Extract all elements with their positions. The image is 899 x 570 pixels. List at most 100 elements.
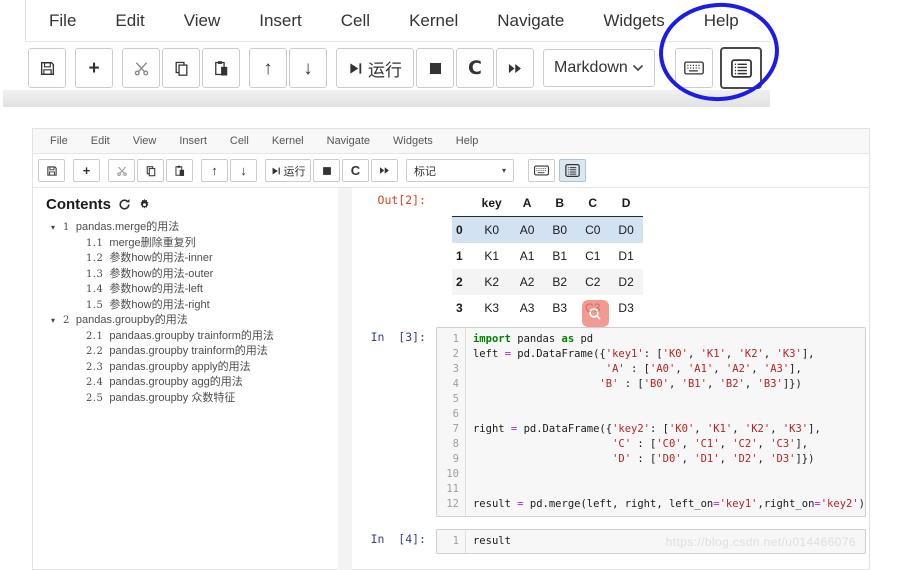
- stop-button[interactable]: [416, 48, 454, 88]
- nb-menu-item-cell[interactable]: Cell: [230, 135, 249, 147]
- menu-item-help[interactable]: Help: [704, 11, 739, 31]
- line-number-gutter: 123456789101112: [437, 328, 466, 516]
- nb-restart-run-all-button[interactable]: [371, 159, 398, 182]
- fast-forward-icon: [506, 61, 524, 76]
- nb-menu-item-help[interactable]: Help: [456, 135, 479, 147]
- stop-icon: [427, 60, 444, 77]
- cut-icon: [116, 165, 128, 177]
- screenshot-root: File Edit View Insert Cell Kernel Naviga…: [0, 0, 899, 570]
- restart-kernel-button[interactable]: C: [456, 48, 494, 88]
- zoomed-toolbar-screenshot: File Edit View Insert Cell Kernel Naviga…: [25, 0, 771, 94]
- code-editor-3[interactable]: 123456789101112 import pandas as pdleft …: [436, 327, 866, 517]
- nb-toc-toggle-button[interactable]: [559, 159, 586, 182]
- collapse-arrow-icon[interactable]: ▾: [51, 220, 63, 236]
- code-editor-4[interactable]: 1 result https://blog.csdn.net/u01446607…: [436, 529, 866, 554]
- toc-sidebar: Contents ▾1pandas.merge的用法1.1merge删除重复列1…: [33, 188, 338, 570]
- image-zoom-overlay-button[interactable]: [582, 300, 609, 327]
- cut-icon: [133, 60, 150, 77]
- in-prompt: In [3]:: [352, 327, 436, 517]
- nb-command-palette-button[interactable]: [528, 159, 555, 182]
- cells-area: Out[2]: keyABCD 0K0A0B0C0D01K1A1B1C1D12K…: [352, 188, 869, 570]
- toc-item[interactable]: 2.5pandas.groupby 众数特征: [46, 391, 338, 407]
- gear-icon[interactable]: [138, 198, 151, 211]
- collapse-arrow-icon[interactable]: ▾: [51, 313, 63, 329]
- toc-title: Contents: [46, 196, 111, 213]
- move-up-icon: ↑: [211, 164, 218, 177]
- menu-item-view[interactable]: View: [184, 11, 221, 31]
- nb-celltype-dropdown[interactable]: 标记 ▾: [406, 159, 514, 182]
- nb-menu-item-insert[interactable]: Insert: [179, 135, 207, 147]
- notebook-menubar: File Edit View Insert Cell Kernel Naviga…: [33, 129, 869, 154]
- restart-run-all-button[interactable]: [496, 48, 534, 88]
- scroll-shadow-bar: [3, 90, 770, 107]
- toc-item[interactable]: ▾2pandas.groupby的用法: [46, 313, 338, 329]
- add-cell-button[interactable]: +: [75, 48, 113, 88]
- command-palette-button[interactable]: [675, 48, 713, 88]
- toc-item[interactable]: 1.2参数how的用法-inner: [46, 251, 338, 267]
- move-down-button[interactable]: ↓: [289, 48, 327, 88]
- menu-item-navigate[interactable]: Navigate: [497, 11, 564, 31]
- sidebar-scrollbar[interactable]: [338, 188, 352, 570]
- move-down-icon: ↓: [240, 164, 247, 177]
- nb-cut-button[interactable]: [108, 159, 135, 182]
- toc-item[interactable]: 1.1merge删除重复列: [46, 236, 338, 252]
- nb-move-up-button[interactable]: ↑: [201, 159, 228, 182]
- refresh-icon[interactable]: [118, 198, 131, 211]
- nb-menu-item-view[interactable]: View: [133, 135, 157, 147]
- menu-item-kernel[interactable]: Kernel: [409, 11, 458, 31]
- restart-kernel-icon: C: [468, 57, 482, 79]
- nb-move-down-button[interactable]: ↓: [230, 159, 257, 182]
- celltype-dropdown[interactable]: Markdown: [543, 49, 655, 87]
- copy-button[interactable]: [162, 48, 200, 88]
- menu-item-cell[interactable]: Cell: [341, 11, 370, 31]
- move-up-button[interactable]: ↑: [249, 48, 287, 88]
- keyboard-icon: [684, 61, 704, 75]
- cut-button[interactable]: [122, 48, 160, 88]
- move-up-icon: ↑: [263, 59, 273, 78]
- menu-item-widgets[interactable]: Widgets: [603, 11, 664, 31]
- code-cell-3: In [3]: 123456789101112 import pandas as…: [352, 327, 869, 517]
- chevron-down-icon: [632, 64, 644, 72]
- save-button[interactable]: [28, 48, 66, 88]
- table-row: 3K3A3B3C3D3: [452, 295, 643, 321]
- toc-item[interactable]: 1.4参数how的用法-left: [46, 282, 338, 298]
- copy-icon: [173, 60, 190, 77]
- menu-item-insert[interactable]: Insert: [259, 11, 302, 31]
- out-prompt: Out[2]:: [352, 190, 436, 321]
- nb-save-button[interactable]: [38, 159, 65, 182]
- notebook-window: File Edit View Insert Cell Kernel Naviga…: [32, 128, 870, 570]
- nb-add-cell-button[interactable]: +: [73, 159, 100, 182]
- paste-icon: [213, 60, 230, 77]
- nb-stop-button[interactable]: [313, 159, 340, 182]
- table-row: 0K0A0B0C0D0: [452, 217, 643, 244]
- code-cell-4: In [4]: 1 result https://blog.csdn.net/u…: [352, 529, 869, 554]
- zoomed-menubar: File Edit View Insert Cell Kernel Naviga…: [25, 0, 771, 42]
- toc-item[interactable]: 1.5参数how的用法-right: [46, 298, 338, 314]
- nb-menu-item-navigate[interactable]: Navigate: [327, 135, 370, 147]
- nb-copy-button[interactable]: [137, 159, 164, 182]
- toc-item[interactable]: 1.3参数how的用法-outer: [46, 267, 338, 283]
- nb-menu-item-file[interactable]: File: [50, 135, 68, 147]
- dataframe-output: keyABCD 0K0A0B0C0D01K1A1B1C1D12K2A2B2C2D…: [436, 190, 643, 321]
- toc-item[interactable]: 2.3pandas.groupby apply的用法: [46, 360, 338, 376]
- nb-paste-button[interactable]: [166, 159, 193, 182]
- nb-menu-item-edit[interactable]: Edit: [91, 135, 110, 147]
- zoomed-toolbar: + ↑ ↓ 运行 C Markdown: [25, 42, 771, 94]
- menu-item-file[interactable]: File: [49, 11, 76, 31]
- run-button-label: 运行: [284, 163, 306, 179]
- nb-menu-item-widgets[interactable]: Widgets: [393, 135, 433, 147]
- toc-item[interactable]: ▾1pandas.merge的用法: [46, 220, 338, 236]
- toc-item[interactable]: 2.4pandas.groupby agg的用法: [46, 375, 338, 391]
- nb-menu-item-kernel[interactable]: Kernel: [272, 135, 304, 147]
- toc-item[interactable]: 2.2pandas.groupby trainform的用法: [46, 344, 338, 360]
- toc-toggle-button[interactable]: [720, 47, 762, 89]
- nb-restart-kernel-button[interactable]: C: [342, 159, 369, 182]
- toc-list-icon: [731, 59, 752, 78]
- nb-run-button[interactable]: 运行: [265, 159, 311, 182]
- menu-item-edit[interactable]: Edit: [115, 11, 144, 31]
- paste-button[interactable]: [202, 48, 240, 88]
- toc-item[interactable]: 2.1pandaas.groupby trainform的用法: [46, 329, 338, 345]
- run-button[interactable]: 运行: [336, 48, 414, 88]
- fast-forward-icon: [378, 165, 391, 176]
- toc-list: ▾1pandas.merge的用法1.1merge删除重复列1.2参数how的用…: [46, 220, 338, 406]
